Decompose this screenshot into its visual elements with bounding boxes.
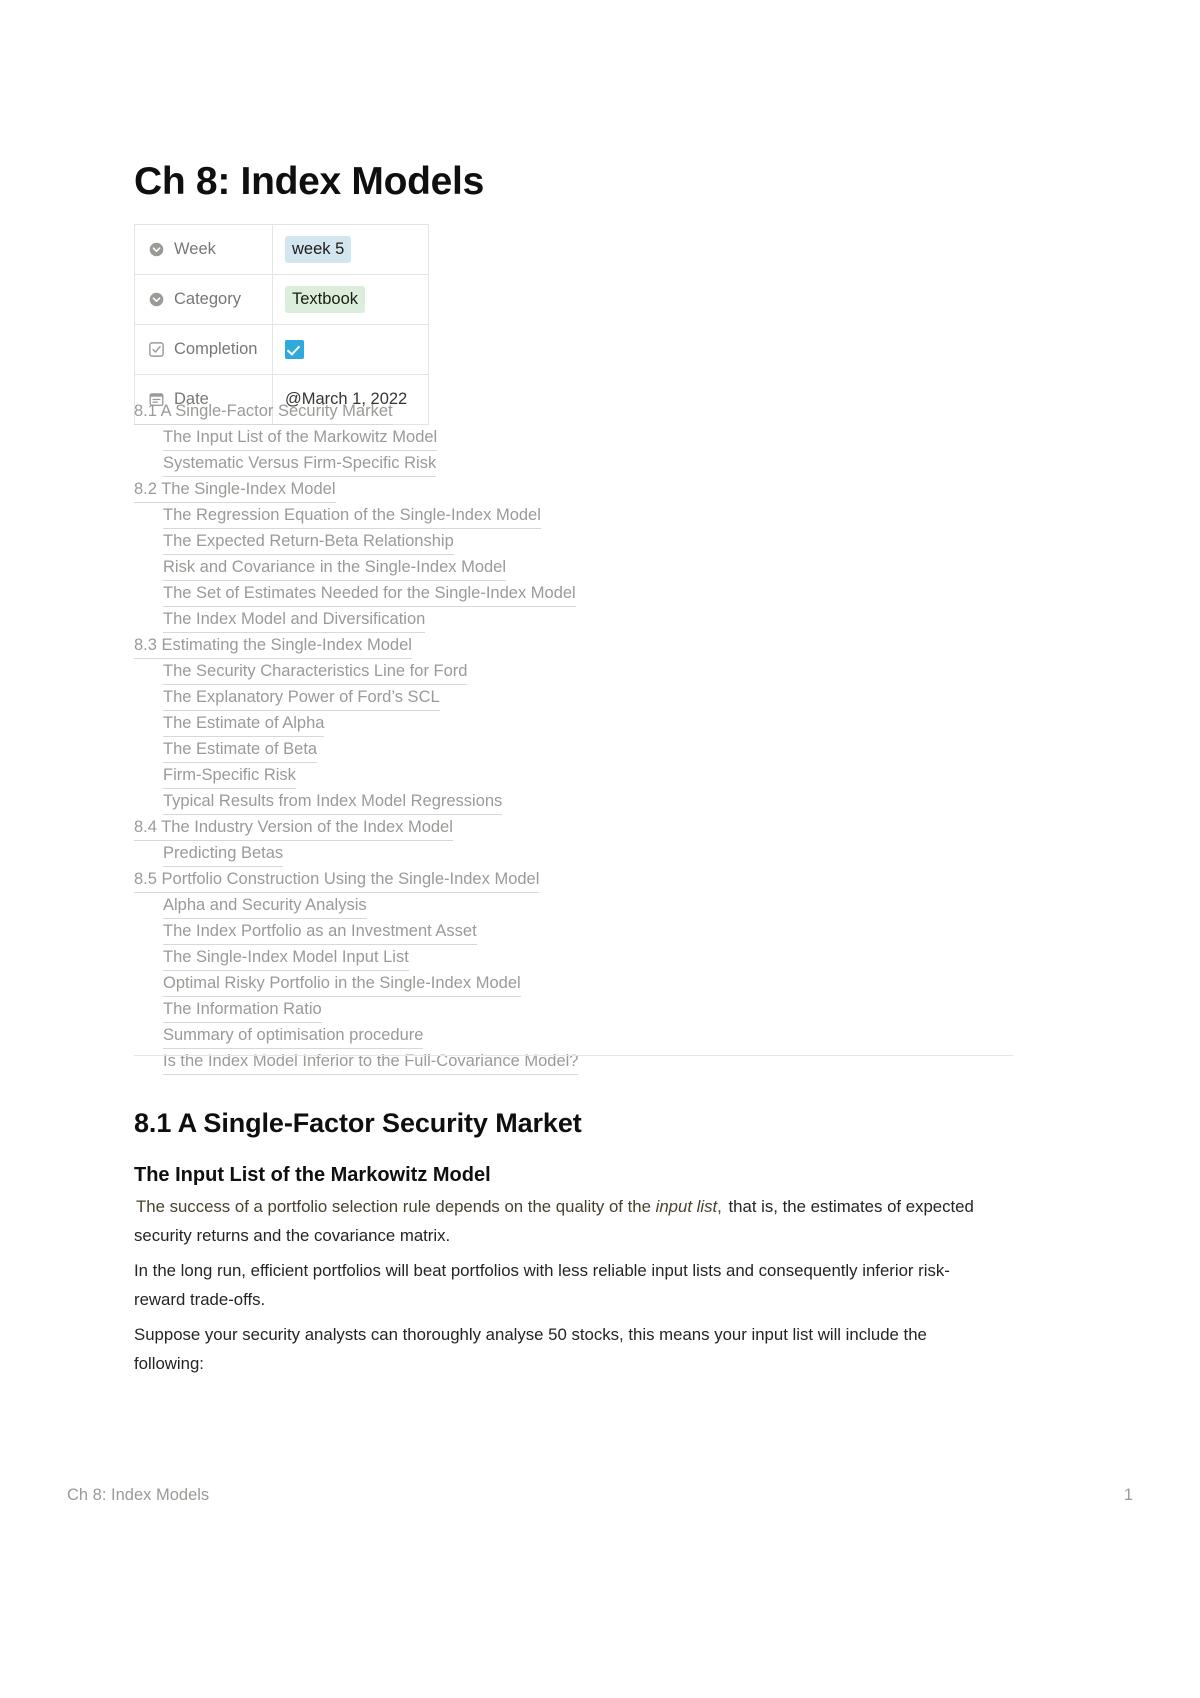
property-value-cell-category[interactable]: Textbook (272, 274, 429, 325)
property-name-cell-category: Category (134, 274, 273, 325)
property-name-cell-completion: Completion (134, 324, 273, 375)
toc-link[interactable]: 8.5 Portfolio Construction Using the Sin… (134, 867, 540, 893)
property-row-completion: Completion (134, 324, 429, 375)
category-tag[interactable]: Textbook (285, 286, 366, 313)
toc-link[interactable]: 8.4 The Industry Version of the Index Mo… (134, 815, 453, 841)
property-row-category: Category Textbook (134, 274, 429, 325)
toc-link[interactable]: The Single-Index Model Input List (163, 945, 409, 971)
highlight-text-suffix: , (717, 1196, 722, 1216)
toc-link[interactable]: Predicting Betas (163, 841, 284, 867)
toc-link[interactable]: The Explanatory Power of Ford’s SCL (163, 685, 440, 711)
table-of-contents: 8.1 A Single-Factor Security Market The … (134, 399, 1014, 1075)
toc-link[interactable]: The Regression Equation of the Single-In… (163, 503, 541, 529)
toc-link[interactable]: 8.3 Estimating the Single-Index Model (134, 633, 412, 659)
property-value-cell-completion[interactable] (272, 324, 429, 375)
toc-link[interactable]: Systematic Versus Firm-Specific Risk (163, 451, 437, 477)
toc-link[interactable]: The Input List of the Markowitz Model (163, 425, 438, 451)
toc-link[interactable]: The Expected Return-Beta Relationship (163, 529, 454, 555)
toc-link[interactable]: 8.1 A Single-Factor Security Market (134, 399, 393, 425)
italic-term-input-list: input list (655, 1196, 718, 1216)
toc-link[interactable]: Is the Index Model Inferior to the Full-… (163, 1049, 579, 1075)
document-page: Ch 8: Index Models Week week 5 Category … (0, 0, 1200, 1698)
toc-link[interactable]: The Estimate of Beta (163, 737, 318, 763)
property-label-category: Category (174, 290, 241, 308)
highlight-text-prefix: The success of a portfolio selection rul… (136, 1196, 656, 1216)
property-label-completion: Completion (174, 340, 258, 358)
toc-link[interactable]: The Index Portfolio as an Investment Ass… (163, 919, 477, 945)
week-tag[interactable]: week 5 (285, 236, 352, 263)
paragraph-suppose: Suppose your security analysts can thoro… (134, 1324, 927, 1373)
page-title: Ch 8: Index Models (134, 160, 484, 204)
section-divider (134, 1055, 1013, 1056)
select-chevron-circle-icon (148, 241, 165, 258)
subsection-heading: The Input List of the Markowitz Model (134, 1164, 491, 1186)
toc-link[interactable]: Firm-Specific Risk (163, 763, 296, 789)
checkbox-property-icon (148, 341, 165, 358)
toc-link[interactable]: Optimal Risky Portfolio in the Single-In… (163, 971, 521, 997)
toc-link[interactable]: Typical Results from Index Model Regress… (163, 789, 503, 815)
property-label-week: Week (174, 240, 216, 258)
page-properties-table: Week week 5 Category Textbook Completion… (134, 224, 429, 425)
toc-link[interactable]: The Index Model and Diversification (163, 607, 426, 633)
toc-link[interactable]: Risk and Covariance in the Single-Index … (163, 555, 507, 581)
property-value-cell-week[interactable]: week 5 (272, 224, 429, 275)
property-name-cell-week: Week (134, 224, 273, 275)
toc-link[interactable]: The Set of Estimates Needed for the Sing… (163, 581, 576, 607)
section-heading-1: 8.1 A Single-Factor Security Market (134, 1108, 582, 1139)
completion-checkbox[interactable] (285, 340, 304, 360)
select-chevron-circle-icon (148, 291, 165, 308)
toc-link[interactable]: The Information Ratio (163, 997, 322, 1023)
toc-link[interactable]: The Security Characteristics Line for Fo… (163, 659, 468, 685)
highlight-span: The success of a portfolio selection rul… (134, 1196, 724, 1217)
toc-link[interactable]: 8.2 The Single-Index Model (134, 477, 336, 503)
paragraph-highlighted: The success of a portfolio selection rul… (134, 1192, 974, 1250)
paragraph-long-run: In the long run, efficient portfolios wi… (134, 1260, 950, 1309)
toc-link[interactable]: Alpha and Security Analysis (163, 893, 367, 919)
footer-page-number: 1 (1123, 1486, 1133, 1504)
property-row-week: Week week 5 (134, 224, 429, 275)
toc-link[interactable]: The Estimate of Alpha (163, 711, 325, 737)
toc-link[interactable]: Summary of optimisation procedure (163, 1023, 424, 1049)
footer-document-title: Ch 8: Index Models (67, 1486, 210, 1504)
